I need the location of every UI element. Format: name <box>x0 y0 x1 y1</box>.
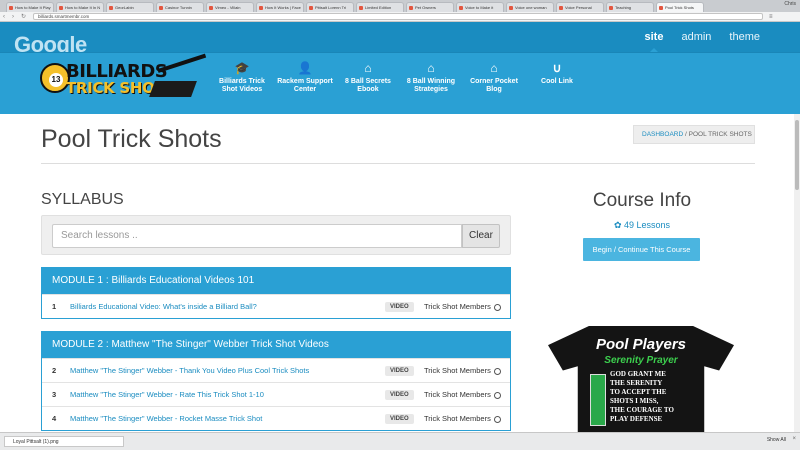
browser-tab[interactable]: Pool Trick Shots <box>656 2 704 12</box>
breadcrumb: DASHBOARD / POOL TRICK SHOTS <box>633 125 755 144</box>
video-badge: VIDEO <box>385 390 414 400</box>
begin-course-button[interactable]: Begin / Continue This Course <box>583 238 700 261</box>
browser-tab[interactable]: Casinor Tunnin <box>156 2 204 12</box>
video-badge: VIDEO <box>385 366 414 376</box>
tshirt-ad[interactable]: Pool Players Serenity Prayer GOD GRANT M… <box>528 322 754 432</box>
browser-tab[interactable]: Limited Edition <box>356 2 404 12</box>
browser-tab[interactable]: Pet Owners <box>406 2 454 12</box>
lesson-title-link[interactable]: Matthew "The Stinger" Webber - Rate This… <box>70 383 264 407</box>
pool-table-icon <box>590 374 606 426</box>
nav-admin[interactable]: admin <box>681 31 711 43</box>
lesson-number: 2 <box>52 366 57 375</box>
lesson-title-link[interactable]: Billiards Educational Video: What's insi… <box>70 295 257 319</box>
browser-tab[interactable]: Vimeo - Villain <box>206 2 254 12</box>
back-icon[interactable]: ‹ <box>3 14 9 20</box>
breadcrumb-dashboard[interactable]: DASHBOARD <box>642 131 683 138</box>
module-1: MODULE 1 : Billiards Educational Videos … <box>41 267 511 319</box>
tshirt-line: PLAY DEFENSE <box>610 415 663 423</box>
site-admin-nav: site admin theme <box>644 31 760 52</box>
tshirt-line: SHOTS I MISS, <box>610 397 659 405</box>
browser-tab[interactable]: Voice to Make it <box>456 2 504 12</box>
video-badge: VIDEO <box>385 414 414 424</box>
tshirt-line: GOD GRANT ME <box>610 370 666 378</box>
lesson-row[interactable]: 1 Billiards Educational Video: What's in… <box>42 294 510 318</box>
url-bar[interactable]: billiards.smartmembr.com <box>33 13 763 20</box>
scroll-thumb[interactable] <box>795 120 799 190</box>
nav-secrets-ebook[interactable]: ⌂ 8 Ball Secrets Ebook <box>338 61 398 94</box>
module-header[interactable]: MODULE 1 : Billiards Educational Videos … <box>42 268 510 294</box>
nav-support-center[interactable]: 👤 Rackem Support Center <box>275 61 335 94</box>
browser-tab[interactable]: Voice one woman <box>506 2 554 12</box>
nav-site[interactable]: site <box>644 31 663 52</box>
search-input[interactable]: Search lessons .. <box>52 224 462 248</box>
course-info-heading: Course Info <box>592 190 692 211</box>
lesson-number: 3 <box>52 390 57 399</box>
module-2: MODULE 2 : Matthew "The Stinger" Webber … <box>41 331 511 431</box>
person-icon: 👤 <box>297 61 313 75</box>
lesson-number: 4 <box>52 414 57 423</box>
lesson-number: 1 <box>52 302 57 311</box>
reload-icon[interactable]: ↻ <box>21 13 27 20</box>
browser-tab[interactable]: Pittsalt Lorenn Tri <box>306 2 354 12</box>
site-header: 13 BILLIARDS TRICK SHOTS 🎓 Billiards Tri… <box>0 52 800 114</box>
lessons-count: ✿ 49 Lessons <box>613 220 671 230</box>
browser-tab-bar: How to Make It Play How to Make It In N Ge… <box>0 0 800 12</box>
forward-icon[interactable]: › <box>12 14 18 20</box>
lesson-row[interactable]: 3 Matthew "The Stinger" Webber - Rate Th… <box>42 382 510 406</box>
browser-toolbar: ‹ › ↻ billiards.smartmembr.com ≡ <box>0 12 800 22</box>
browser-profile[interactable]: Chris <box>784 1 796 7</box>
nav-trick-shot-videos[interactable]: 🎓 Billiards Trick Shot Videos <box>212 61 272 94</box>
access-level: Trick Shot Members <box>424 414 491 423</box>
page-scrollbar[interactable] <box>794 114 800 432</box>
divider <box>41 163 755 164</box>
lesson-title-link[interactable]: Matthew "The Stinger" Webber - Thank You… <box>70 359 309 383</box>
nav-corner-pocket-blog[interactable]: ⌂ Corner Pocket Blog <box>464 61 524 94</box>
tshirt-title: Pool Players <box>595 336 687 353</box>
tshirt-line: THE SERENITY <box>610 379 663 387</box>
search-panel: Search lessons .. Clear <box>41 215 511 255</box>
close-icon[interactable]: × <box>792 436 796 442</box>
nav-winning-strategies[interactable]: ⌂ 8 Ball Winning Strategies <box>401 61 461 94</box>
browser-menu-icon[interactable]: ≡ <box>769 14 773 20</box>
page-title: Pool Trick Shots <box>41 125 222 153</box>
download-bar: Loyal Pittsalt (1).png Show All × <box>0 432 800 450</box>
tshirt-line: THE COURAGE TO <box>610 406 674 414</box>
browser-tab[interactable]: Teaching <box>606 2 654 12</box>
syllabus-heading: SYLLABUS <box>41 191 124 208</box>
lesson-row[interactable]: 2 Matthew "The Stinger" Webber - Thank Y… <box>42 358 510 382</box>
tshirt-subtitle: Serenity Prayer <box>604 355 678 366</box>
rack-graphic <box>149 81 197 97</box>
lesson-title-link[interactable]: Matthew "The Stinger" Webber - Rocket Ma… <box>70 407 262 431</box>
video-badge: VIDEO <box>385 302 414 312</box>
download-item[interactable]: Loyal Pittsalt (1).png <box>4 436 124 447</box>
home-icon: ⌂ <box>490 61 498 75</box>
browser-tab[interactable]: How to Make It Play <box>6 2 54 12</box>
home-icon: ⌂ <box>427 61 435 75</box>
module-header[interactable]: MODULE 2 : Matthew "The Stinger" Webber … <box>42 332 510 358</box>
billiards-logo[interactable]: 13 BILLIARDS TRICK SHOTS <box>40 53 208 101</box>
access-level: Trick Shot Members <box>424 302 491 311</box>
nav-cool-link[interactable]: ∪ Cool Link <box>527 61 587 86</box>
completion-circle-icon[interactable] <box>494 416 501 423</box>
breadcrumb-separator: / <box>685 131 687 138</box>
browser-tab[interactable]: How to Make It In N <box>56 2 104 12</box>
access-level: Trick Shot Members <box>424 390 491 399</box>
access-level: Trick Shot Members <box>424 366 491 375</box>
browser-tab[interactable]: GeorLabin <box>106 2 154 12</box>
lesson-row[interactable]: 4 Matthew "The Stinger" Webber - Rocket … <box>42 406 510 430</box>
tshirt-line: TO ACCEPT THE <box>610 388 667 396</box>
clear-button[interactable]: Clear <box>462 224 500 248</box>
home-icon: ⌂ <box>364 61 372 75</box>
browser-tab[interactable]: How It Works | Face <box>256 2 304 12</box>
completion-circle-icon[interactable] <box>494 368 501 375</box>
show-all-link[interactable]: Show All <box>767 437 786 443</box>
breadcrumb-current: POOL TRICK SHOTS <box>688 131 752 138</box>
completion-circle-icon[interactable] <box>494 392 501 399</box>
lessons-icon: ✿ <box>613 220 622 230</box>
nav-theme[interactable]: theme <box>729 31 760 43</box>
graduation-cap-icon: 🎓 <box>234 61 250 75</box>
magnet-icon: ∪ <box>552 61 562 75</box>
browser-tab[interactable]: Voice Personal <box>556 2 604 12</box>
completion-circle-icon[interactable] <box>494 304 501 311</box>
